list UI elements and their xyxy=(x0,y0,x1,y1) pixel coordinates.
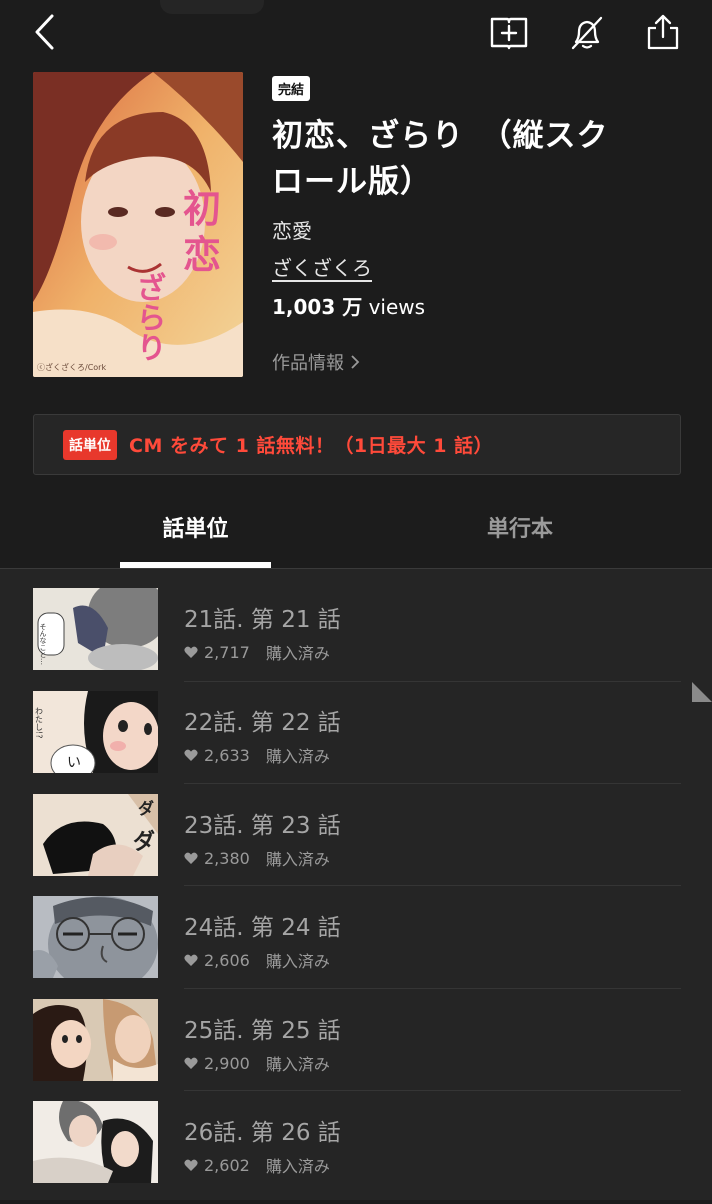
like-count: 2,900 xyxy=(204,1053,250,1073)
like-count: 2,606 xyxy=(204,950,250,970)
svg-text:ダ: ダ xyxy=(133,829,155,855)
tab-episodes[interactable]: 話単位 xyxy=(120,494,271,568)
series-title: 初恋、ざらり （縦スク ロール版） xyxy=(272,113,692,205)
purchase-status: 購入済み xyxy=(265,1157,330,1176)
top-bar xyxy=(0,0,712,64)
svg-text:ダ: ダ xyxy=(138,799,154,818)
bell-off-icon xyxy=(571,16,603,50)
episode-meta: 2,717 購入済み xyxy=(184,640,330,664)
row-divider xyxy=(184,681,681,682)
heart-icon xyxy=(184,954,198,966)
episode-title: 21話. 第 21 話 xyxy=(184,607,341,633)
promo-text: CM をみて 1 話無料！（1日最大 1 話） xyxy=(129,435,494,457)
views-unit: views xyxy=(362,295,426,319)
cover-image: 初 恋 ざらり ⓒざくざくろ/Cork xyxy=(33,72,243,377)
heart-icon xyxy=(184,1159,198,1171)
promo-tag: 話単位 xyxy=(63,429,117,460)
purchase-status: 購入済み xyxy=(265,850,330,869)
book-add-icon xyxy=(490,17,528,50)
episode-thumbnail: そんなこと… xyxy=(33,588,158,670)
episode-title: 25話. 第 25 話 xyxy=(184,1018,341,1044)
purchase-status: 購入済み xyxy=(265,644,330,663)
episode-thumbnail: ダダ xyxy=(33,794,158,876)
episode-meta: 2,602 購入済み xyxy=(184,1153,330,1177)
episode-row[interactable]: そんなこと… 21話. 第 21 話 2,717 購入済み xyxy=(0,588,712,691)
series-title-line1: 初恋、ざらり （縦スク xyxy=(272,118,609,154)
svg-text:恋: 恋 xyxy=(183,233,221,277)
chevron-left-icon xyxy=(35,14,54,50)
episode-meta: 2,900 購入済み xyxy=(184,1051,330,1075)
work-info-label: 作品情報 xyxy=(272,353,344,374)
back-button[interactable] xyxy=(24,12,64,52)
row-divider xyxy=(184,885,681,886)
purchase-status: 購入済み xyxy=(265,952,330,971)
series-info: 完結 初恋、ざらり （縦スク ロール版） 恋愛 ざくざくろ 1,003 万 vi… xyxy=(272,76,692,320)
episode-row[interactable]: ダダ 23話. 第 23 話 2,380 購入済み xyxy=(0,794,712,897)
like-count: 2,380 xyxy=(204,848,250,868)
heart-icon xyxy=(184,749,198,761)
tab-volumes[interactable]: 単行本 xyxy=(440,494,600,568)
episode-meta: 2,606 購入済み xyxy=(184,948,330,972)
purchase-status: 購入済み xyxy=(265,1055,330,1074)
share-button[interactable] xyxy=(642,10,684,54)
author-link[interactable]: ざくざくろ xyxy=(272,252,372,281)
svg-text:そんなこと…: そんなこと… xyxy=(39,623,47,665)
heart-icon xyxy=(184,852,198,864)
episode-meta: 2,633 購入済み xyxy=(184,743,330,767)
like-count: 2,602 xyxy=(204,1155,250,1175)
add-to-library-button[interactable] xyxy=(488,12,530,54)
svg-text:初: 初 xyxy=(183,187,221,231)
status-badge: 完結 xyxy=(272,76,311,101)
genre-label: 恋愛 xyxy=(272,219,312,243)
episode-thumbnail xyxy=(33,1101,158,1183)
episode-row[interactable]: 25話. 第 25 話 2,900 購入済み xyxy=(0,999,712,1102)
views-count: 1,003 万 views xyxy=(272,291,692,320)
page-curl-icon xyxy=(692,682,712,702)
svg-text:い: い xyxy=(67,755,81,771)
svg-text:ざらり: ざらり xyxy=(131,271,166,362)
notification-off-button[interactable] xyxy=(566,12,608,54)
episode-list: そんなこと… 21話. 第 21 話 2,717 購入済み わたし!? い 22話… xyxy=(0,569,712,1200)
like-count: 2,717 xyxy=(204,642,250,662)
like-count: 2,633 xyxy=(204,745,250,765)
episode-title: 22話. 第 22 話 xyxy=(184,710,341,736)
episode-title: 23話. 第 23 話 xyxy=(184,813,341,839)
episode-thumbnail: わたし!? い xyxy=(33,691,158,773)
episode-row[interactable]: 24話. 第 24 話 2,606 購入済み xyxy=(0,896,712,999)
series-title-line2: ロール版） xyxy=(272,164,432,200)
work-info-link[interactable]: 作品情報 xyxy=(272,349,360,375)
share-icon xyxy=(647,14,679,50)
row-divider xyxy=(184,783,681,784)
episode-thumbnail xyxy=(33,999,158,1081)
tab-bar: 話単位 単行本 xyxy=(0,494,712,569)
episode-row[interactable]: 26話. 第 26 話 2,602 購入済み xyxy=(0,1101,712,1204)
promo-banner[interactable]: 話単位 CM をみて 1 話無料！（1日最大 1 話） xyxy=(33,414,681,475)
views-number: 1,003 万 xyxy=(272,295,363,319)
episode-meta: 2,380 購入済み xyxy=(184,846,330,870)
heart-icon xyxy=(184,646,198,658)
episode-thumbnail xyxy=(33,896,158,978)
purchase-status: 購入済み xyxy=(265,747,330,766)
episode-title: 26話. 第 26 話 xyxy=(184,1120,341,1146)
episode-row[interactable]: わたし!? い 22話. 第 22 話 2,633 購入済み xyxy=(0,691,712,794)
row-divider xyxy=(184,1090,681,1091)
row-divider xyxy=(184,988,681,989)
svg-text:わたし!?: わたし!? xyxy=(35,707,44,738)
svg-text:ⓒざくざくろ/Cork: ⓒざくざくろ/Cork xyxy=(37,362,106,372)
episode-title: 24話. 第 24 話 xyxy=(184,915,341,941)
heart-icon xyxy=(184,1057,198,1069)
chevron-right-icon xyxy=(351,355,360,369)
